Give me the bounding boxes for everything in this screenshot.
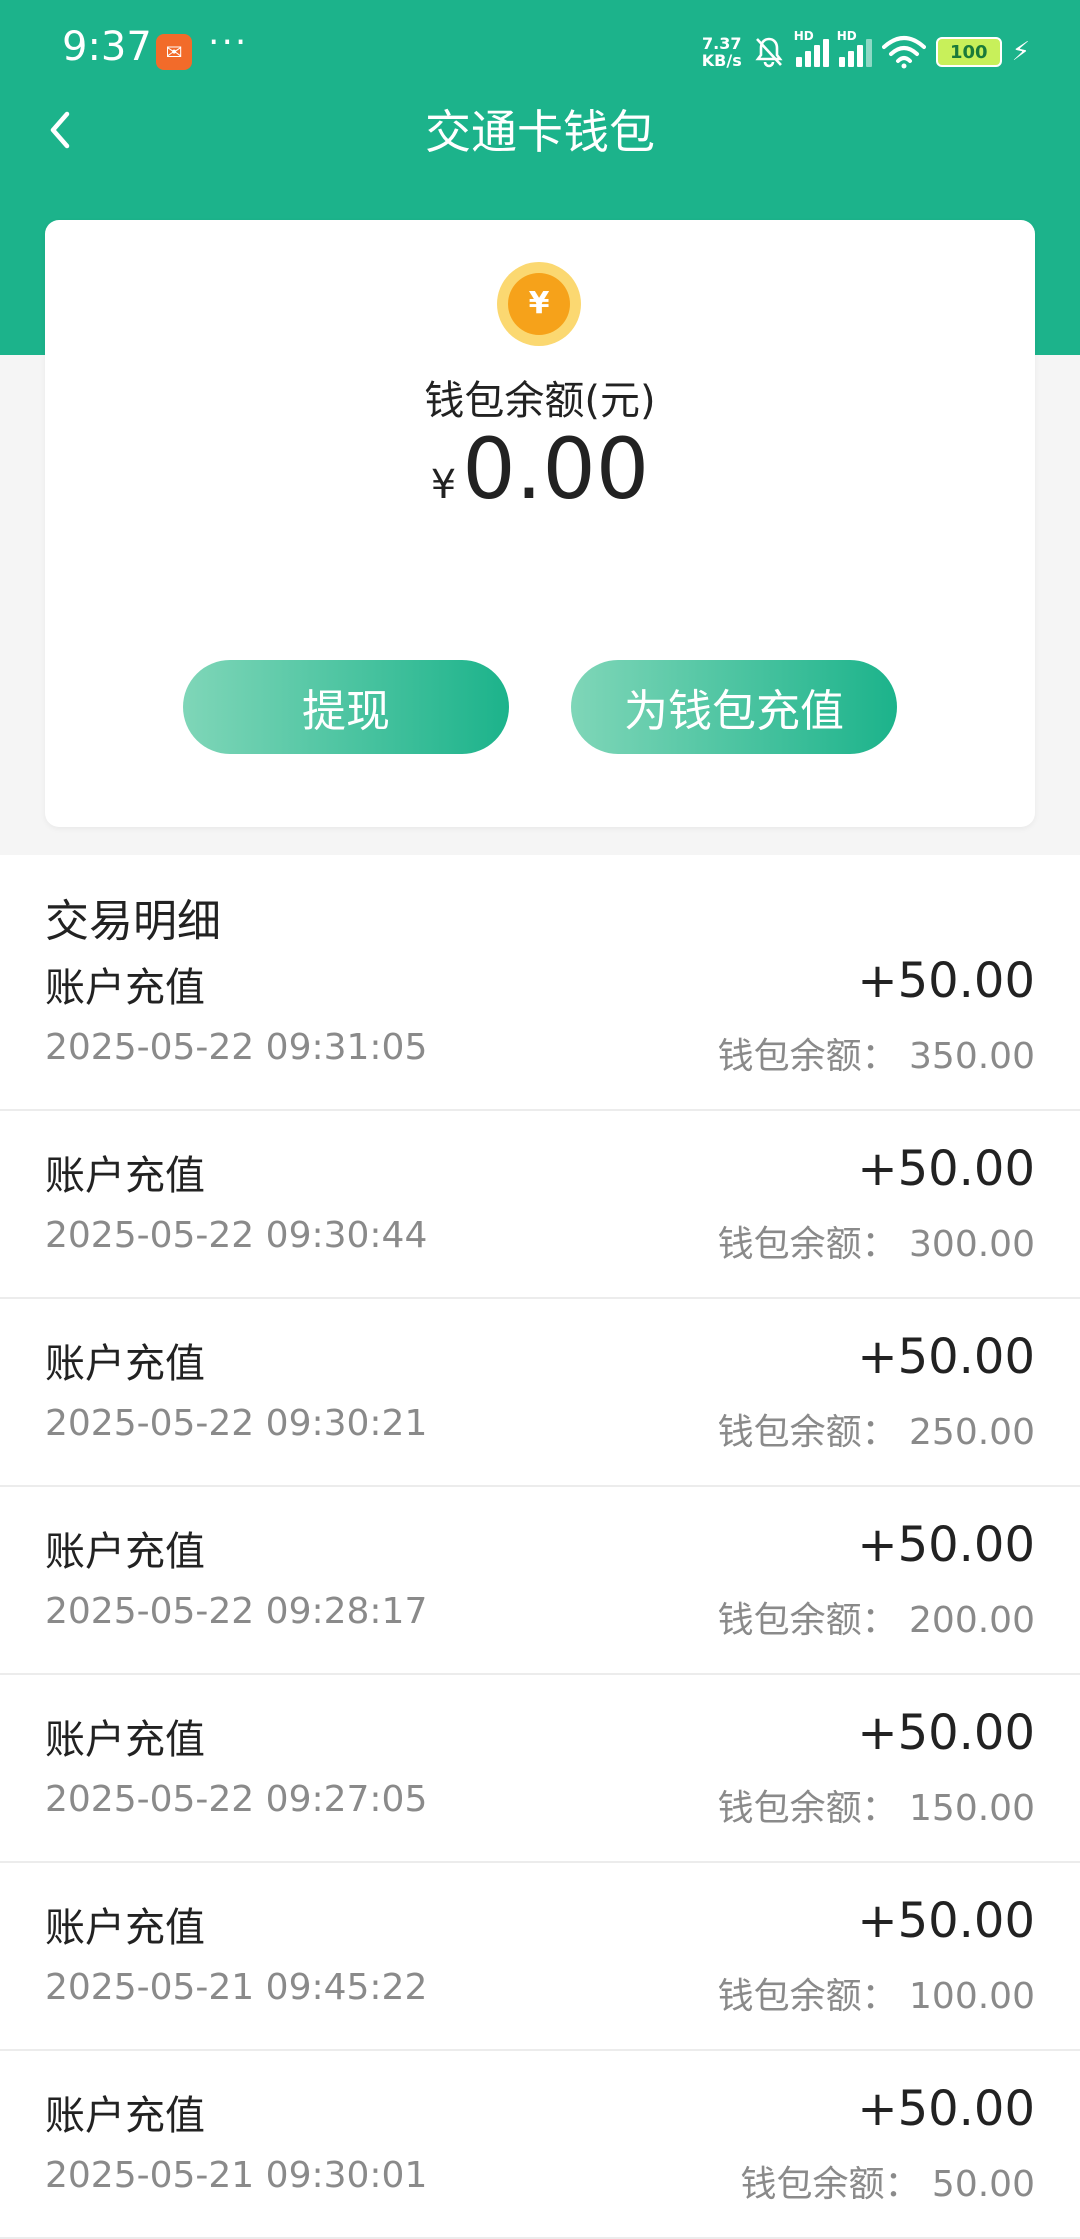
- transaction-type: 账户充值: [45, 965, 205, 1011]
- status-bar: 9:37 ✉ ··· 7.37 KB/s HD HD 100 ⚡: [0, 0, 1080, 110]
- coin-icon: ¥: [497, 262, 581, 346]
- status-time: 9:37: [62, 24, 152, 70]
- balance-amount: 0.00: [462, 420, 650, 518]
- signal-hd-label-1: HD: [793, 29, 814, 43]
- signal-icon-2: HD: [837, 29, 872, 67]
- transaction-amount: +50.00: [857, 1329, 1035, 1385]
- network-speed-value: 7.37: [702, 34, 742, 53]
- transaction-type: 账户充值: [45, 1341, 205, 1387]
- balance-label: 钱包余额(元): [424, 378, 656, 424]
- transaction-type: 账户充值: [45, 2093, 205, 2139]
- signal-icon-1: HD: [794, 29, 829, 67]
- transaction-balance: 钱包余额： 250.00: [717, 1412, 1035, 1453]
- transaction-time: 2025-05-22 09:30:44: [45, 1215, 428, 1256]
- transaction-row[interactable]: 账户充值 +50.00 2025-05-22 09:30:44 钱包余额： 30…: [0, 1111, 1080, 1299]
- balance-value: ¥0.00: [45, 420, 1035, 518]
- transaction-amount: +50.00: [857, 1893, 1035, 1949]
- transaction-row[interactable]: 账户充值 +50.00 2025-05-22 09:30:21 钱包余额： 25…: [0, 1299, 1080, 1487]
- transaction-balance: 钱包余额： 150.00: [717, 1788, 1035, 1829]
- balance-card: ¥ 钱包余额(元) ¥0.00 提现 为钱包充值: [45, 220, 1035, 827]
- coin-symbol: ¥: [508, 273, 570, 335]
- battery-level: 100: [949, 41, 988, 63]
- transaction-section: 交易明细 账户充值 +50.00 2025-05-22 09:31:05 钱包余…: [0, 855, 1080, 2239]
- transaction-type: 账户充值: [45, 1905, 205, 1951]
- withdraw-button[interactable]: 提现: [183, 660, 509, 754]
- transaction-type: 账户充值: [45, 1529, 205, 1575]
- transaction-row[interactable]: 账户充值 +50.00 2025-05-22 09:27:05 钱包余额： 15…: [0, 1675, 1080, 1863]
- recharge-button[interactable]: 为钱包充值: [571, 660, 897, 754]
- app-notification-icon: ✉: [156, 34, 192, 70]
- transaction-type: 账户充值: [45, 1717, 205, 1763]
- transaction-balance: 钱包余额： 50.00: [740, 2164, 1035, 2205]
- transaction-heading: 交易明细: [45, 896, 221, 947]
- transaction-time: 2025-05-21 09:45:22: [45, 1967, 428, 2008]
- transaction-balance: 钱包余额： 100.00: [717, 1976, 1035, 2017]
- page-title: 交通卡钱包: [425, 105, 655, 159]
- network-speed-unit: KB/s: [701, 51, 742, 70]
- transaction-balance: 钱包余额： 300.00: [717, 1224, 1035, 1265]
- transaction-time: 2025-05-22 09:28:17: [45, 1591, 428, 1632]
- status-icons: 7.37 KB/s HD HD 100 ⚡: [702, 29, 1030, 74]
- transaction-row[interactable]: 账户充值 +50.00 2025-05-22 09:28:17 钱包余额： 20…: [0, 1487, 1080, 1675]
- transaction-time: 2025-05-21 09:30:01: [45, 2155, 428, 2196]
- transaction-amount: +50.00: [857, 1141, 1035, 1197]
- wifi-icon: [881, 36, 926, 69]
- transaction-time: 2025-05-22 09:30:21: [45, 1403, 428, 1444]
- currency-symbol: ¥: [430, 462, 457, 508]
- transaction-balance: 钱包余额： 200.00: [717, 1600, 1035, 1641]
- transaction-time: 2025-05-22 09:27:05: [45, 1779, 428, 1820]
- transaction-row[interactable]: 账户充值 +50.00 2025-05-21 09:30:01 钱包余额： 50…: [0, 2051, 1080, 2239]
- transaction-amount: +50.00: [857, 953, 1035, 1009]
- bell-off-icon: [755, 37, 783, 68]
- charging-icon: ⚡: [1011, 37, 1030, 67]
- transaction-list: 账户充值 +50.00 2025-05-22 09:31:05 钱包余额： 35…: [0, 953, 1080, 2239]
- transaction-type: 账户充值: [45, 1153, 205, 1199]
- signal-hd-label-2: HD: [836, 29, 857, 43]
- battery-icon: 100: [935, 37, 1002, 67]
- transaction-amount: +50.00: [857, 1705, 1035, 1761]
- transaction-balance: 钱包余额： 350.00: [717, 1036, 1035, 1077]
- more-notifications-icon: ···: [208, 22, 249, 63]
- transaction-amount: +50.00: [857, 1517, 1035, 1573]
- transaction-row[interactable]: 账户充值 +50.00 2025-05-22 09:31:05 钱包余额： 35…: [0, 953, 1080, 1111]
- transaction-row[interactable]: 账户充值 +50.00 2025-05-21 09:45:22 钱包余额： 10…: [0, 1863, 1080, 2051]
- transaction-time: 2025-05-22 09:31:05: [45, 1027, 428, 1068]
- network-speed: 7.37 KB/s: [702, 35, 742, 69]
- transaction-amount: +50.00: [857, 2081, 1035, 2137]
